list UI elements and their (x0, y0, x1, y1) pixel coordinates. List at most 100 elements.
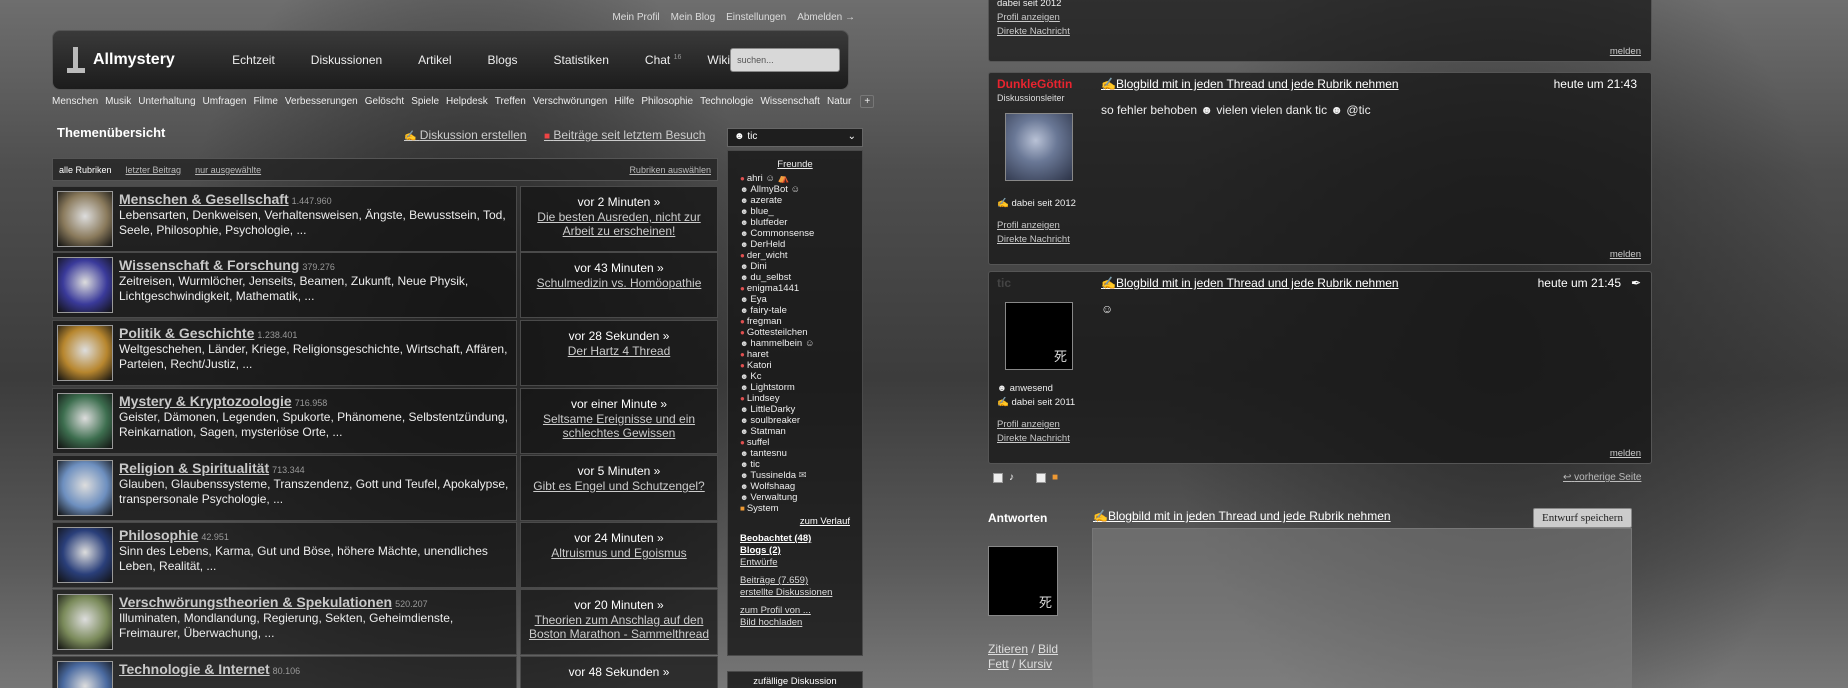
friend-item[interactable]: ☻ Eya (740, 294, 850, 305)
stats-link[interactable]: Entwürfe (740, 557, 850, 569)
panel-link[interactable]: Beiträge (7.659) (740, 575, 850, 587)
category-image[interactable] (57, 594, 113, 650)
friend-item[interactable]: ☻ hammelbein ☺ (740, 338, 850, 349)
friend-item[interactable]: ☻ DerHeld (740, 239, 850, 250)
history-link[interactable]: zum Verlauf (740, 516, 850, 527)
choose-categories-link[interactable]: Rubriken auswählen (629, 165, 711, 175)
nav-echtzeit[interactable]: Echtzeit (232, 53, 275, 67)
category-bar-item[interactable]: Helpdesk (446, 96, 488, 107)
category-title[interactable]: Philosophie (119, 527, 198, 543)
category-bar-item[interactable]: Gelöscht (365, 96, 404, 107)
category-image[interactable] (57, 325, 113, 381)
category-bar-item[interactable]: Unterhaltung (138, 96, 195, 107)
friend-item[interactable]: ● enigma1441 (740, 283, 850, 294)
random-discussion[interactable]: zufällige Diskussion (727, 671, 863, 688)
post-author[interactable]: tic (997, 276, 1011, 290)
friend-item[interactable]: ☻ tic (740, 459, 850, 470)
friend-select[interactable]: ☻ tic ⌄ (727, 128, 863, 147)
filter-selected[interactable]: nur ausgewählte (195, 165, 261, 175)
friend-item[interactable]: ☻ blue_ (740, 206, 850, 217)
image-button[interactable]: Bild (1038, 642, 1058, 656)
category-bar-item[interactable]: Wissenschaft (760, 96, 819, 107)
friend-item[interactable]: ☻ tantesnu (740, 448, 850, 459)
friend-item[interactable]: ☻ LittleDarky (740, 404, 850, 415)
category-bar-item[interactable]: Spiele (411, 96, 439, 107)
stats-link[interactable]: Beobachtet (48) (740, 533, 850, 545)
friend-item[interactable]: ☻ Commonsense (740, 228, 850, 239)
category-image[interactable] (57, 191, 113, 247)
post-title[interactable]: ✍Blogbild mit in jeden Thread und jede R… (1101, 276, 1399, 290)
stats-link[interactable]: Blogs (2) (740, 545, 850, 557)
friend-item[interactable]: ☻ du_selbst (740, 272, 850, 283)
report-link[interactable]: melden (1610, 249, 1641, 260)
latest-post-link[interactable]: Der Hartz 4 Thread (521, 344, 717, 358)
nav-diskussionen[interactable]: Diskussionen (311, 53, 382, 67)
category-image[interactable] (57, 661, 113, 688)
friend-item[interactable]: ● ahri ☺ ⛺ (740, 173, 850, 184)
category-title[interactable]: Technologie & Internet (119, 661, 270, 677)
friend-item[interactable]: ☻ fairy-tale (740, 305, 850, 316)
select-checkbox[interactable] (993, 472, 1003, 483)
friend-item[interactable]: ■ System (740, 503, 850, 514)
friend-item[interactable]: ● haret (740, 349, 850, 360)
reply-textarea[interactable] (1092, 528, 1632, 688)
category-title[interactable]: Menschen & Gesellschaft (119, 191, 289, 207)
logout-link[interactable]: Abmelden → (797, 12, 855, 23)
report-link[interactable]: melden (1610, 448, 1641, 459)
friend-item[interactable]: ☻ blutfeder (740, 217, 850, 228)
latest-post-link[interactable]: Die besten Ausreden, nicht zur Arbeit zu… (521, 210, 717, 238)
category-title[interactable]: Mystery & Kryptozoologie (119, 393, 292, 409)
friend-item[interactable]: ☻ soulbreaker (740, 415, 850, 426)
nav-wiki[interactable]: Wiki (707, 53, 730, 67)
friend-item[interactable]: ☻ Tussinelda ✉ (740, 470, 850, 481)
mark-icon[interactable]: ■ (1052, 472, 1058, 483)
friend-item[interactable]: ☻ Verwaltung (740, 492, 850, 503)
my-blog-link[interactable]: Mein Blog (671, 12, 715, 23)
category-bar-item[interactable]: Verschwörungen (533, 96, 608, 107)
friend-item[interactable]: ● suffel (740, 437, 850, 448)
bold-button[interactable]: Fett (988, 657, 1009, 671)
latest-post-link[interactable]: Seltsame Ereignisse und ein schlechtes G… (521, 412, 717, 440)
friend-item[interactable]: ☻ Wolfshaag (740, 481, 850, 492)
panel-link[interactable]: Bild hochladen (740, 617, 850, 629)
friend-item[interactable]: ☻ AllmyBot ☺ (740, 184, 850, 195)
friend-item[interactable]: ☻ Lightstorm (740, 382, 850, 393)
edit-icon[interactable]: ✒ (1631, 276, 1641, 290)
save-draft-button[interactable]: Entwurf speichern (1533, 508, 1632, 528)
friend-item[interactable]: ● Gottesteilchen (740, 327, 850, 338)
friend-item[interactable]: ☻ Kc (740, 371, 850, 382)
avatar[interactable] (1005, 113, 1073, 181)
category-bar-item[interactable]: Technologie (700, 96, 753, 107)
nav-artikel[interactable]: Artikel (418, 53, 451, 67)
panel-link[interactable]: zum Profil von ... (740, 605, 850, 617)
message-link[interactable]: Direkte Nachricht (997, 233, 1076, 247)
category-title[interactable]: Wissenschaft & Forschung (119, 257, 299, 273)
category-title[interactable]: Verschwörungstheorien & Spekulationen (119, 594, 392, 610)
category-image[interactable] (57, 257, 113, 313)
friend-item[interactable]: ☻ azerate (740, 195, 850, 206)
friend-item[interactable]: ☻ Statman (740, 426, 850, 437)
category-title[interactable]: Religion & Spiritualität (119, 460, 269, 476)
category-bar-item[interactable]: Hilfe (614, 96, 634, 107)
report-link[interactable]: melden (1610, 46, 1641, 57)
panel-link[interactable]: erstellte Diskussionen (740, 587, 850, 599)
add-category-button[interactable]: + (860, 94, 875, 108)
sound-icon[interactable]: ♪ (1009, 472, 1014, 483)
category-bar-item[interactable]: Natur (827, 96, 851, 107)
latest-post-link[interactable]: Gibt es Engel und Schutzengel? (521, 479, 717, 493)
friend-item[interactable]: ● der_wicht (740, 250, 850, 261)
category-image[interactable] (57, 460, 113, 516)
friend-item[interactable]: ● fregman (740, 316, 850, 327)
friend-item[interactable]: ☻ Dini (740, 261, 850, 272)
profile-link[interactable]: Profil anzeigen (997, 219, 1076, 233)
notify-checkbox[interactable] (1036, 472, 1046, 483)
latest-post-link[interactable]: Theorien zum Anschlag auf den Boston Mar… (521, 613, 717, 641)
friend-item[interactable]: ● Katori (740, 360, 850, 371)
quote-button[interactable]: Zitieren (988, 642, 1028, 656)
filter-last-post[interactable]: letzter Beitrag (126, 165, 182, 175)
post-author[interactable]: DunkleGöttin (997, 77, 1072, 91)
message-link[interactable]: Direkte Nachricht (997, 25, 1070, 39)
category-image[interactable] (57, 527, 113, 583)
category-bar-item[interactable]: Treffen (495, 96, 526, 107)
profile-link[interactable]: Profil anzeigen (997, 418, 1075, 432)
